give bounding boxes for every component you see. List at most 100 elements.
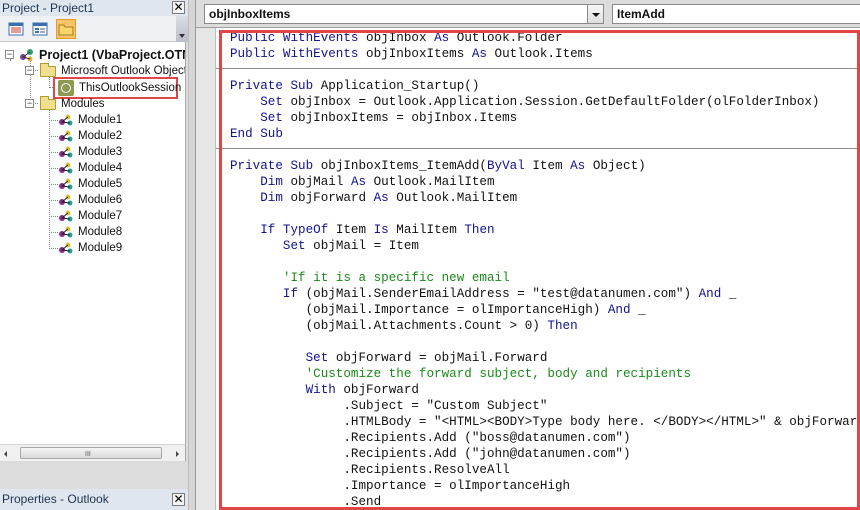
code-line[interactable]: Public WithEvents objInboxItems As Outlo… bbox=[230, 46, 860, 62]
code-line[interactable] bbox=[230, 62, 860, 78]
code-line[interactable] bbox=[230, 206, 860, 222]
tree-item-module[interactable]: Module3 bbox=[58, 144, 122, 160]
code-line[interactable]: .Recipients.ResolveAll bbox=[230, 462, 860, 478]
tree-item-module[interactable]: Module4 bbox=[58, 160, 122, 176]
collapse-project-toggle[interactable]: − bbox=[5, 50, 14, 59]
properties-panel-title: Properties - Outlook bbox=[0, 489, 188, 510]
project-tree-hscrollbar[interactable]: III bbox=[0, 444, 186, 461]
scroll-right-arrow-icon[interactable] bbox=[176, 451, 179, 457]
outlook-session-icon bbox=[58, 80, 74, 96]
code-line[interactable]: (objMail.Importance = olImportanceHigh) … bbox=[230, 302, 860, 318]
tree-label: Module1 bbox=[78, 114, 123, 126]
code-line[interactable]: Public WithEvents objInbox As Outlook.Fo… bbox=[230, 30, 860, 46]
code-line[interactable]: Private Sub Application_Startup() bbox=[230, 78, 860, 94]
object-combo-dropdown[interactable] bbox=[587, 4, 604, 24]
code-line[interactable]: With objForward bbox=[230, 382, 860, 398]
module-icon bbox=[59, 226, 73, 238]
code-line[interactable]: 'If it is a specific new email bbox=[230, 270, 860, 286]
code-token: .Recipients.ResolveAll bbox=[230, 463, 510, 477]
tree-node-project1[interactable]: Project1 (VbaProject.OTM bbox=[19, 47, 185, 63]
code-line[interactable]: Set objMail = Item bbox=[230, 238, 860, 254]
code-token: MailItem bbox=[396, 223, 465, 237]
scrollbar-thumb[interactable]: III bbox=[20, 447, 162, 459]
object-combo[interactable]: objInboxItems bbox=[204, 4, 594, 24]
toolbar-overflow-button[interactable] bbox=[176, 16, 188, 42]
code-token: objInboxItems = objInbox.Items bbox=[290, 111, 518, 125]
procedure-separator bbox=[216, 148, 860, 149]
code-line[interactable]: (objMail.Attachments.Count > 0) Then bbox=[230, 318, 860, 334]
code-token: Object) bbox=[592, 159, 646, 173]
tree-folder-modules[interactable]: Modules bbox=[40, 95, 105, 112]
tree-item-module[interactable]: Module2 bbox=[58, 128, 122, 144]
project-tree: − Project1 (VbaProject.OTM − Microsoft O… bbox=[0, 42, 186, 444]
code-line[interactable]: .Recipients.Add ("john@datanumen.com") bbox=[230, 446, 860, 462]
code-keyword: As bbox=[350, 175, 374, 189]
code-line[interactable]: .Subject = "Custom Subject" bbox=[230, 398, 860, 414]
view-object-button[interactable] bbox=[30, 19, 50, 39]
tree-label: Module3 bbox=[78, 146, 123, 158]
code-line[interactable]: If (objMail.SenderEmailAddress = "test@d… bbox=[230, 286, 860, 302]
code-keyword: As bbox=[373, 191, 397, 205]
code-line[interactable]: Set objInbox = Outlook.Application.Sessi… bbox=[230, 94, 860, 110]
procedure-combo[interactable]: ItemAdd bbox=[612, 4, 860, 24]
code-token: .Subject = "Custom Subject" bbox=[230, 399, 548, 413]
tree-item-module[interactable]: Module6 bbox=[58, 192, 122, 208]
code-line[interactable]: 'Customize the forward subject, body and… bbox=[230, 366, 860, 382]
code-line[interactable]: End Sub bbox=[230, 126, 860, 142]
vba-editor-window: Project - Project1 ✕ − Project1 (VbaProj… bbox=[0, 0, 860, 510]
code-token: .Recipients.Add ("boss@datanumen.com") bbox=[230, 431, 631, 445]
code-line[interactable]: Dim objMail As Outlook.MailItem bbox=[230, 174, 860, 190]
code-token: .HTMLBody = "<HTML><BODY>Type body here.… bbox=[343, 415, 860, 429]
close-project-panel-button[interactable]: ✕ bbox=[172, 1, 185, 14]
code-line[interactable]: Set objForward = objMail.Forward bbox=[230, 350, 860, 366]
tree-item-module[interactable]: Module1 bbox=[58, 112, 122, 128]
code-token: objForward bbox=[290, 191, 374, 205]
tree-item-module[interactable]: Module9 bbox=[58, 240, 122, 256]
code-line[interactable]: Private Sub objInboxItems_ItemAdd(ByVal … bbox=[230, 158, 860, 174]
code-margin-indicator-bar[interactable] bbox=[196, 28, 216, 510]
code-token: .Send bbox=[230, 495, 382, 509]
code-keyword: Dim bbox=[260, 191, 291, 205]
view-object-icon bbox=[32, 22, 48, 36]
code-keyword: Private Sub bbox=[230, 79, 321, 93]
code-token: objInboxItems_ItemAdd( bbox=[320, 159, 487, 173]
toggle-folders-button[interactable] bbox=[56, 19, 76, 39]
code-line[interactable]: Set objInboxItems = objInbox.Items bbox=[230, 110, 860, 126]
tree-item-module[interactable]: Module5 bbox=[58, 176, 122, 192]
code-line[interactable]: Dim objForward As Outlook.MailItem bbox=[230, 190, 860, 206]
code-line[interactable] bbox=[230, 334, 860, 350]
code-line[interactable] bbox=[230, 142, 860, 158]
module-icon bbox=[59, 146, 73, 158]
vba-project-icon bbox=[20, 49, 33, 62]
code-token: objMail = Item bbox=[313, 239, 419, 253]
code-token: objInboxItems bbox=[366, 47, 472, 61]
code-token: Outlook.Folder bbox=[456, 31, 563, 45]
module-icon bbox=[59, 210, 73, 222]
code-line[interactable]: .HTMLBody = "<HTML><BODY>Type body here.… bbox=[230, 414, 860, 430]
code-keyword: Private Sub bbox=[230, 159, 321, 173]
close-properties-panel-button[interactable]: ✕ bbox=[172, 493, 185, 506]
tree-label: Module7 bbox=[78, 210, 123, 222]
tree-item-module[interactable]: Module8 bbox=[58, 224, 122, 240]
code-line[interactable]: .Recipients.Add ("boss@datanumen.com") bbox=[230, 430, 860, 446]
tree-label: Modules bbox=[61, 98, 105, 110]
code-editor[interactable]: Public WithEvents objInbox As Outlook.Fo… bbox=[216, 28, 860, 510]
tree-label: Module8 bbox=[78, 226, 123, 238]
scroll-left-arrow-icon[interactable] bbox=[4, 451, 7, 457]
code-token: objInbox bbox=[366, 31, 435, 45]
tree-label: Module6 bbox=[78, 194, 123, 206]
panel-splitter[interactable] bbox=[188, 0, 196, 510]
code-line[interactable]: If TypeOf Item Is MailItem Then bbox=[230, 222, 860, 238]
code-line[interactable] bbox=[230, 254, 860, 270]
collapse-outlook-objects-toggle[interactable]: − bbox=[25, 66, 34, 75]
tree-item-module[interactable]: Module7 bbox=[58, 208, 122, 224]
code-line[interactable]: .Send bbox=[230, 494, 860, 510]
code-line[interactable]: .Importance = olImportanceHigh bbox=[230, 478, 860, 494]
collapse-modules-toggle[interactable]: − bbox=[25, 99, 34, 108]
view-code-button[interactable] bbox=[6, 19, 26, 39]
tree-item-this-outlook-session[interactable]: ThisOutlookSession bbox=[58, 80, 181, 96]
code-keyword: Public WithEvents bbox=[230, 47, 367, 61]
code-text[interactable]: Public WithEvents objInbox As Outlook.Fo… bbox=[230, 30, 860, 510]
